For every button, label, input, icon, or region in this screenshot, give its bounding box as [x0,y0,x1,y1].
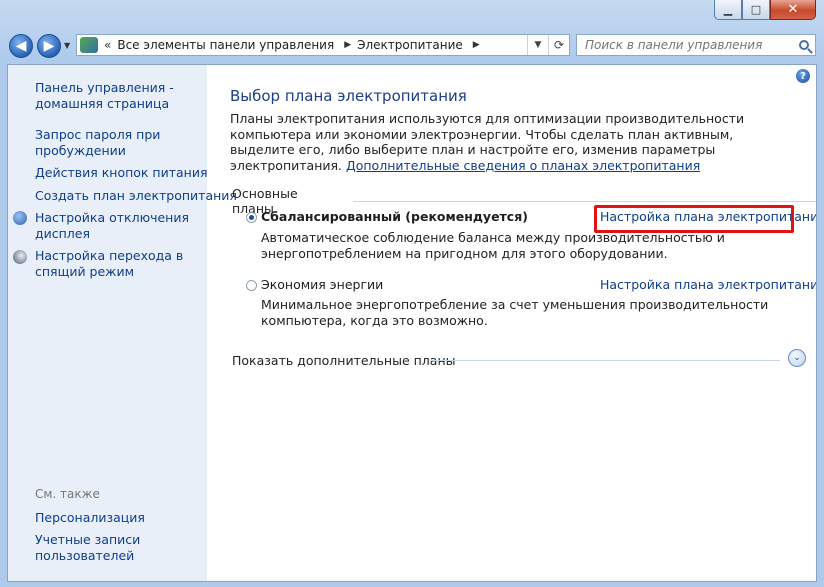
sidebar-item-sleep[interactable]: спящий режим [35,264,134,280]
minimize-button[interactable]: ▁ [714,0,742,20]
sidebar-item-power-buttons[interactable]: Действия кнопок питания [35,165,208,181]
sidebar-item-display-off[interactable]: дисплея [35,226,90,242]
sidebar-item-display-off[interactable]: Настройка отключения [35,210,189,226]
sidebar-item-wake-password[interactable]: пробуждении [35,143,126,159]
maximize-button[interactable]: □ [742,0,770,20]
plan-power-saver-description: Минимальное энергопотребление за счет ум… [261,297,769,328]
intro-text: Планы электропитания используются для оп… [230,111,745,173]
search-icon[interactable] [799,40,809,50]
plan-balanced-name[interactable]: Сбалансированный (рекомендуется) [261,209,528,224]
help-icon[interactable]: ? [796,69,810,83]
breadcrumb-all-items[interactable]: Все элементы панели управления [117,38,334,52]
group-divider [352,200,816,202]
search-box[interactable] [576,34,816,56]
control-panel-window: ▁ □ ✕ ◀ ▶ ▼ « Все элементы панели управл… [0,0,824,587]
breadcrumb-separator-icon[interactable]: ▶ [473,40,480,50]
expand-chevron-icon[interactable]: ⌄ [788,349,806,367]
forward-button[interactable]: ▶ [37,34,61,58]
plan-balanced-radio[interactable] [246,212,257,223]
highlight-box [594,205,794,233]
content-area: Панель управления - домашняя страница За… [7,64,817,582]
address-dropdown-button[interactable]: ▼ [527,35,548,55]
page-title: Выбор плана электропитания [230,87,467,105]
sidebar-item-personalization[interactable]: Персонализация [35,510,145,526]
breadcrumb-separator-icon[interactable]: ▶ [344,40,351,50]
breadcrumb-overflow[interactable]: « [104,38,111,52]
refresh-button[interactable]: ⟳ [548,35,569,55]
navigation-bar: ◀ ▶ ▼ « Все элементы панели управления ▶… [0,32,824,60]
plan-balanced-description: Автоматическое соблюдение баланса между … [261,230,725,261]
sleep-moon-icon [13,250,27,264]
see-also-heading: См. также [35,487,100,501]
recent-pages-dropdown[interactable]: ▼ [64,41,70,50]
plan-power-saver-name[interactable]: Экономия энергии [261,277,383,292]
title-bar-buttons: ▁ □ ✕ [714,0,816,20]
back-button[interactable]: ◀ [9,34,33,58]
sidebar-item-user-accounts[interactable]: Учетные записи [35,532,140,548]
sidebar-item-wake-password[interactable]: Запрос пароля при [35,127,160,143]
show-more-divider [430,360,780,361]
control-panel-icon [80,37,98,53]
show-additional-plans[interactable]: Показать дополнительные планы [232,353,455,368]
breadcrumb-power-options[interactable]: Электропитание [357,38,463,52]
display-clock-icon [13,211,27,225]
sidebar-item-user-accounts[interactable]: пользователей [35,548,134,564]
more-info-link[interactable]: Дополнительные сведения о планах электро… [346,158,700,173]
sidebar-item-sleep[interactable]: Настройка перехода в [35,248,183,264]
plan-power-saver-settings-link[interactable]: Настройка плана электропитания [600,277,816,292]
sidebar-item-create-plan[interactable]: Создать план электропитания [35,188,237,204]
search-input[interactable] [583,37,787,53]
main-panel: ? Выбор плана электропитания Планы элект… [230,65,816,581]
sidebar-item-home[interactable]: домашняя страница [35,96,169,112]
plan-power-saver-radio[interactable] [246,280,257,291]
close-button[interactable]: ✕ [770,0,816,20]
sidebar-item-home[interactable]: Панель управления - [35,80,174,96]
address-bar[interactable]: « Все элементы панели управления ▶ Элект… [76,34,570,56]
sidebar: Панель управления - домашняя страница За… [8,65,237,581]
